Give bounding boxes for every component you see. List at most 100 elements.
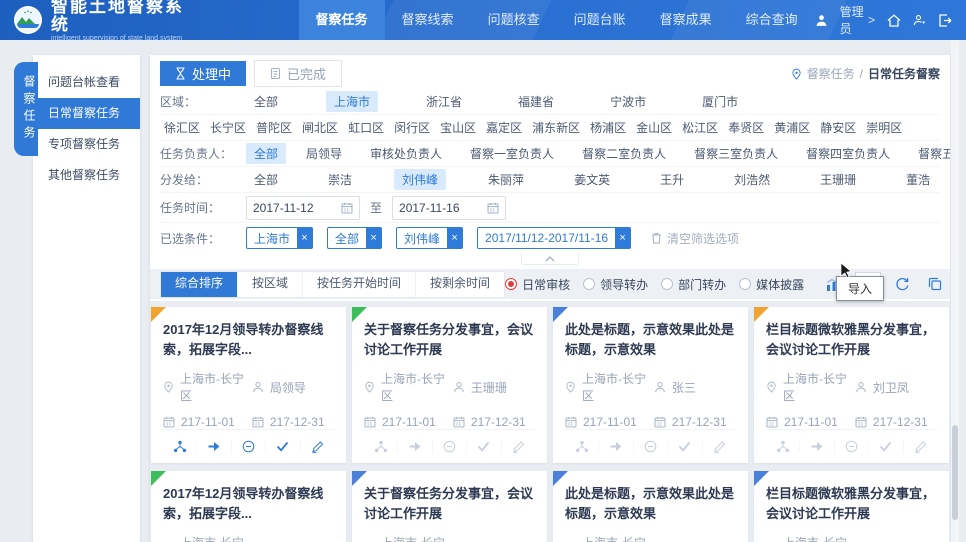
suspend-icon[interactable] <box>432 440 466 453</box>
collapse-filters-button[interactable] <box>521 253 579 265</box>
filter-option[interactable]: 福建省 <box>510 91 562 112</box>
nav-item[interactable]: 督察任务 <box>299 0 385 40</box>
task-card[interactable]: 栏目标题微软雅黑分发事宜，会议讨论工作开展上海市-长宁区刘卫凤217-11-01… <box>754 307 949 463</box>
filter-option[interactable]: 全部 <box>246 143 286 164</box>
filter-option[interactable]: 上海市 <box>326 91 378 112</box>
complete-icon[interactable] <box>466 441 500 452</box>
filter-option[interactable]: 姜文英 <box>566 169 618 190</box>
task-card[interactable]: 2017年12月领导转办督察线索，拓展字段...上海市-长宁区局领导217-11… <box>151 471 346 542</box>
filter-option[interactable]: 杨浦区 <box>586 117 630 138</box>
tag-close-icon[interactable]: × <box>366 228 381 248</box>
suspend-icon[interactable] <box>633 440 667 453</box>
sidebar-vertical-tab[interactable]: 督察任务 <box>14 62 38 156</box>
filter-option[interactable]: 王升 <box>652 169 692 190</box>
filter-option[interactable]: 董浩 <box>898 169 938 190</box>
distribute-icon[interactable] <box>163 440 196 453</box>
edit-icon[interactable] <box>300 440 334 453</box>
task-card[interactable]: 栏目标题微软雅黑分发事宜，会议讨论工作开展上海市-长宁区刘卫凤217-11-01… <box>754 471 949 542</box>
radio-option[interactable]: 媒体披露 <box>739 276 804 293</box>
filter-option[interactable]: 督察五室负责人 <box>910 143 950 164</box>
task-card[interactable]: 此处是标题，示意效果此处是标题，示意效果上海市-长宁区张三217-11-0121… <box>553 307 748 463</box>
radio-option[interactable]: 部门转办 <box>661 276 726 293</box>
filter-option[interactable]: 厦门市 <box>694 91 746 112</box>
filter-option[interactable]: 奉贤区 <box>724 117 768 138</box>
filter-option[interactable]: 全部 <box>246 91 286 112</box>
radio-option[interactable]: 日常审核 <box>505 276 570 293</box>
export-icon[interactable] <box>890 273 914 295</box>
filter-option[interactable]: 刘浩然 <box>726 169 778 190</box>
logout-icon[interactable] <box>938 14 952 27</box>
filter-option[interactable]: 长宁区 <box>206 117 250 138</box>
sort-tab[interactable]: 按任务开始时间 <box>303 272 416 297</box>
calendar-icon[interactable] <box>487 202 499 214</box>
suspend-icon[interactable] <box>231 440 265 453</box>
tab-processing[interactable]: 处理中 <box>160 61 246 86</box>
complete-icon[interactable] <box>868 441 902 452</box>
filter-option[interactable]: 闸北区 <box>298 117 342 138</box>
filter-option[interactable]: 嘉定区 <box>482 117 526 138</box>
nav-item[interactable]: 综合查询 <box>729 0 815 40</box>
filter-option[interactable]: 普陀区 <box>252 117 296 138</box>
filter-option[interactable]: 王珊珊 <box>812 169 864 190</box>
task-card[interactable]: 此处是标题，示意效果此处是标题，示意效果上海市-长宁区张三217-11-0121… <box>553 471 748 542</box>
forward-icon[interactable] <box>196 441 230 452</box>
scrollbar[interactable] <box>951 40 959 542</box>
filter-option[interactable]: 刘伟峰 <box>394 169 446 190</box>
filter-option[interactable]: 松江区 <box>678 117 722 138</box>
distribute-icon[interactable] <box>565 440 598 453</box>
filter-option[interactable]: 督察四室负责人 <box>798 143 898 164</box>
sidebar-item[interactable]: 专项督察任务 <box>33 129 140 160</box>
sort-tab[interactable]: 按剩余时间 <box>416 272 504 297</box>
nav-item[interactable]: 督察线索 <box>385 0 471 40</box>
forward-icon[interactable] <box>799 441 833 452</box>
tag-close-icon[interactable]: × <box>447 228 462 248</box>
filter-option[interactable]: 静安区 <box>816 117 860 138</box>
user-menu[interactable]: 管理员 > <box>840 3 875 37</box>
distribute-icon[interactable] <box>766 440 799 453</box>
task-card[interactable]: 关于督察任务分发事宜，会议讨论工作开展上海市-长宁区王珊珊217-11-0121… <box>352 471 547 542</box>
filter-option[interactable]: 督察一室负责人 <box>462 143 562 164</box>
sidebar-item[interactable]: 问题台帐查看 <box>33 67 140 98</box>
filter-option[interactable]: 黄浦区 <box>770 117 814 138</box>
filter-option[interactable]: 闵行区 <box>390 117 434 138</box>
nav-item[interactable]: 问题台账 <box>557 0 643 40</box>
distribute-icon[interactable] <box>364 440 397 453</box>
filter-option[interactable]: 浦东新区 <box>528 117 584 138</box>
filter-option[interactable]: 全部 <box>246 169 286 190</box>
tag-close-icon[interactable]: × <box>615 228 630 248</box>
nav-item[interactable]: 督察成果 <box>643 0 729 40</box>
complete-icon[interactable] <box>667 441 701 452</box>
breadcrumb-root[interactable]: 督察任务 <box>807 65 855 82</box>
scrollbar-thumb[interactable] <box>952 425 958 520</box>
edit-icon[interactable] <box>702 440 736 453</box>
forward-icon[interactable] <box>397 441 431 452</box>
complete-icon[interactable] <box>265 441 299 452</box>
edit-icon[interactable] <box>903 440 937 453</box>
radio-option[interactable]: 领导转办 <box>583 276 648 293</box>
filter-option[interactable]: 宁波市 <box>602 91 654 112</box>
task-time-to-input[interactable]: 2017-11-16 <box>392 196 506 220</box>
filter-option[interactable]: 局领导 <box>298 143 350 164</box>
filter-option[interactable]: 浙江省 <box>418 91 470 112</box>
filter-option[interactable]: 崇洁 <box>320 169 360 190</box>
filter-option[interactable]: 审核处负责人 <box>362 143 450 164</box>
edit-icon[interactable] <box>501 440 535 453</box>
filter-option[interactable]: 虹口区 <box>344 117 388 138</box>
filter-option[interactable]: 金山区 <box>632 117 676 138</box>
calendar-icon[interactable] <box>341 202 353 214</box>
filter-option[interactable]: 崇明区 <box>862 117 906 138</box>
sort-tab[interactable]: 综合排序 <box>161 272 238 297</box>
forward-icon[interactable] <box>598 441 632 452</box>
copy-icon[interactable] <box>923 273 947 295</box>
sidebar-item[interactable]: 其他督察任务 <box>33 160 140 191</box>
filter-option[interactable]: 朱丽萍 <box>480 169 532 190</box>
profile-icon[interactable] <box>913 14 926 27</box>
filter-option[interactable]: 督察二室负责人 <box>574 143 674 164</box>
home-icon[interactable] <box>887 14 901 27</box>
task-card[interactable]: 关于督察任务分发事宜，会议讨论工作开展上海市-长宁区王珊珊217-11-0121… <box>352 307 547 463</box>
nav-item[interactable]: 问题核查 <box>471 0 557 40</box>
tab-done[interactable]: 已完成 <box>254 60 342 87</box>
tag-close-icon[interactable]: × <box>297 228 312 248</box>
task-card[interactable]: 2017年12月领导转办督察线索，拓展字段...上海市-长宁区局领导217-11… <box>151 307 346 463</box>
filter-option[interactable]: 徐汇区 <box>160 117 204 138</box>
